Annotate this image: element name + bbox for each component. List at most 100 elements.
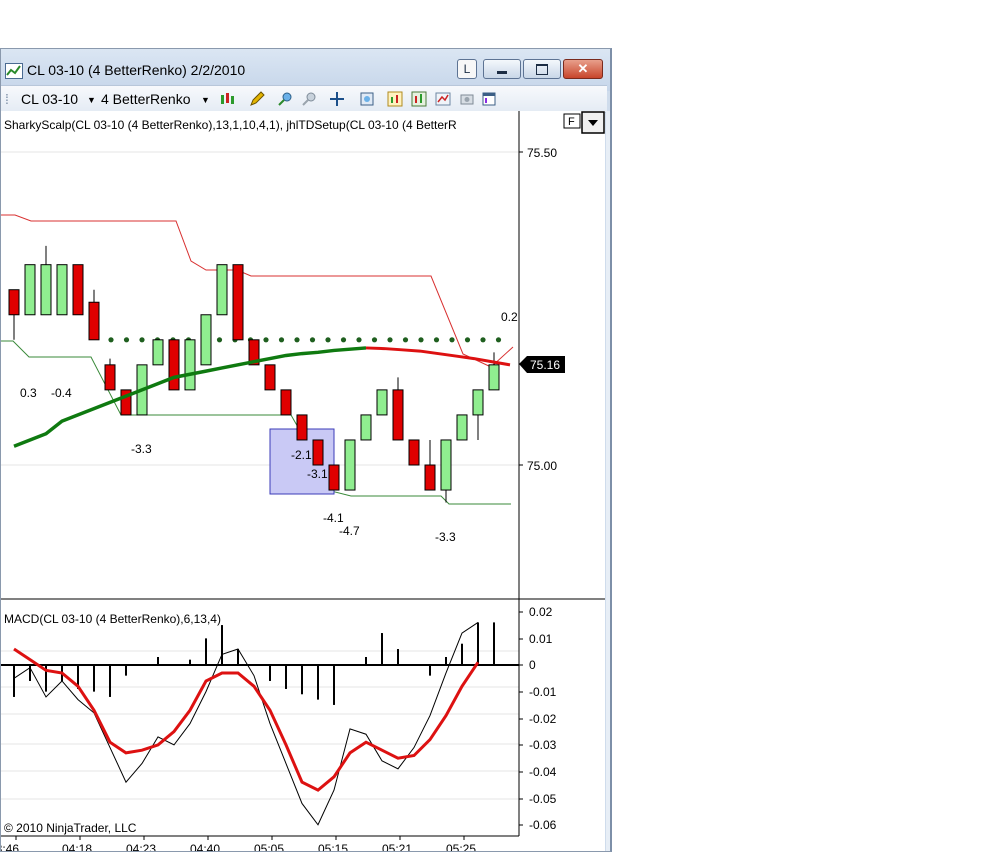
zoom-out-icon[interactable] (301, 91, 317, 107)
signal-dot (216, 337, 223, 343)
signal-dot (108, 337, 114, 343)
candle (184, 339, 196, 391)
bar-type-selector[interactable]: 4 BetterRenko (101, 91, 191, 107)
price-axis-label: 75.50 (527, 146, 557, 160)
price-indicator-label: SharkyScalp(CL 03-10 (4 BetterRenko),13,… (4, 118, 457, 132)
signal-dot (325, 337, 331, 343)
close-icon: ✕ (577, 61, 589, 76)
annotation-label: -3.3 (131, 442, 152, 456)
annotation-label: 0.3 (20, 386, 37, 400)
signal-dot (139, 337, 145, 343)
time-label: 04:23 (126, 842, 156, 852)
candle (280, 389, 292, 416)
snapshot-icon[interactable] (459, 91, 475, 107)
time-label: 04:40 (190, 842, 220, 852)
signal-dot (402, 337, 409, 343)
window-linking-icon[interactable] (481, 91, 497, 107)
signal-dot (371, 337, 378, 343)
candle (216, 264, 228, 316)
vertical-scrollbar[interactable] (606, 111, 610, 851)
candle (456, 414, 468, 441)
macd-axis-label: -0.03 (529, 738, 557, 752)
candle (8, 289, 20, 316)
signal-dot (418, 337, 424, 343)
toolbar-grip: ⁞ (5, 91, 9, 107)
signal-dot (356, 337, 362, 343)
candle (408, 439, 420, 466)
signal-dot (495, 337, 502, 343)
candle (488, 364, 500, 391)
svg-text:F: F (568, 116, 575, 128)
data-box-icon[interactable] (359, 91, 375, 107)
instrument-selector[interactable]: CL 03-10 (21, 91, 78, 107)
chart-properties-icon[interactable] (435, 91, 451, 107)
chart-toolbar: ⁞ CL 03-10 ▼ 4 BetterRenko ▼ (1, 85, 607, 113)
time-label: 05:15 (318, 842, 348, 852)
signal-dot (480, 337, 486, 343)
maximize-button[interactable] (523, 59, 561, 79)
annotation-label: -3.1 (307, 467, 328, 481)
macd-axis-label: -0.04 (529, 765, 557, 779)
time-label: 04:18 (62, 842, 92, 852)
link-button[interactable]: L (457, 59, 477, 79)
maximize-icon (536, 63, 548, 75)
indicators-icon[interactable] (387, 91, 403, 107)
annotation-label: -4.7 (339, 524, 360, 538)
chevron-down-icon[interactable]: ▼ (87, 95, 96, 105)
macd-axis-label: 0.01 (529, 632, 553, 646)
macd-axis-label: 0 (529, 658, 536, 672)
crosshair-icon[interactable] (329, 91, 345, 107)
chart-canvas[interactable]: 75.50 75.00 0.3 -0.4 -3.3 -2.1 -3.1 -4.1… (1, 111, 605, 852)
chart-app-icon (5, 63, 23, 79)
candle (24, 264, 36, 316)
signal-dot (387, 337, 393, 343)
annotation-label: -3.3 (435, 530, 456, 544)
candle (152, 339, 164, 366)
zoom-in-icon[interactable] (277, 91, 293, 107)
time-label: 05:21 (382, 842, 412, 852)
signal-dot (263, 337, 269, 343)
time-label: 03:46 (1, 842, 19, 852)
annotation-label: -4.1 (323, 511, 344, 525)
candle (88, 301, 100, 341)
macd-axis-label: 0.02 (529, 605, 553, 619)
candle (312, 439, 324, 466)
signal-dot (464, 337, 471, 343)
minimize-icon (497, 70, 507, 74)
pencil-icon[interactable] (249, 91, 265, 107)
macd-axis-label: -0.06 (529, 818, 557, 832)
candle (40, 264, 52, 316)
chart-window: CL 03-10 (4 BetterRenko) 2/2/2010 L ✕ ⁞ … (0, 48, 612, 852)
current-price-label: 75.16 (530, 358, 560, 372)
candle (472, 389, 484, 416)
annotation-label: -2.1 (291, 448, 312, 462)
candle (440, 439, 452, 491)
candle (296, 414, 308, 441)
macd-axis-label: -0.01 (529, 685, 557, 699)
candle (56, 264, 68, 316)
current-price-marker: 75.16 (519, 356, 565, 373)
candle (360, 414, 372, 441)
chevron-down-icon[interactable]: ▼ (201, 95, 210, 105)
annotation-label: -0.4 (51, 386, 72, 400)
minimize-button[interactable] (483, 59, 521, 79)
f-button[interactable]: F (563, 113, 581, 129)
panel-dropdown-button[interactable] (581, 111, 605, 134)
signal-dot (449, 337, 455, 343)
chart-style-icon[interactable] (219, 91, 235, 107)
close-button[interactable]: ✕ (563, 59, 603, 79)
macd-label: MACD(CL 03-10 (4 BetterRenko),6,13,4) (4, 612, 221, 626)
time-label: 05:05 (254, 842, 284, 852)
price-axis-label: 75.00 (527, 459, 557, 473)
signal-dot (309, 337, 316, 343)
candle (168, 339, 180, 391)
window-title: CL 03-10 (4 BetterRenko) 2/2/2010 (27, 62, 246, 78)
time-label: 05:25 (446, 842, 476, 852)
signal-dot (123, 337, 130, 343)
candle (72, 264, 84, 316)
strategies-icon[interactable] (411, 91, 427, 107)
candle (344, 439, 356, 491)
candle (232, 264, 244, 341)
macd-axis-label: -0.05 (529, 792, 557, 806)
candle (392, 389, 404, 441)
